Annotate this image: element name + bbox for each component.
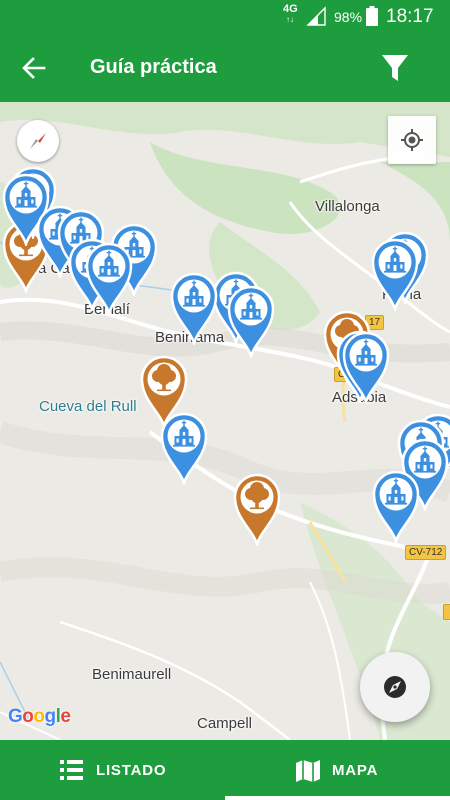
app-root: 4G ↑↓ 98% 18:17 Guía práctica Villalonga… — [0, 0, 450, 800]
filter-funnel-icon[interactable] — [378, 52, 412, 84]
road-shield-edge — [443, 604, 450, 620]
church-pin[interactable] — [369, 235, 421, 311]
map-icon — [296, 760, 320, 782]
church-icon — [370, 467, 422, 543]
church-pin[interactable] — [83, 239, 135, 315]
selected-tab-indicator — [225, 796, 450, 800]
church-icon — [225, 282, 277, 358]
church-icon — [340, 328, 392, 404]
page-title: Guía práctica — [90, 56, 217, 78]
list-icon — [60, 760, 83, 780]
map-label-benimaurell: Benimaurell — [92, 666, 172, 683]
network-activity-icon: ↑↓ — [286, 15, 294, 24]
compass-icon — [30, 133, 46, 149]
church-pin[interactable] — [340, 328, 392, 404]
church-icon — [168, 269, 220, 345]
tree-icon — [231, 470, 283, 546]
church-pin[interactable] — [225, 282, 277, 358]
my-location-icon — [401, 129, 423, 151]
clock: 18:17 — [386, 6, 434, 27]
church-pin[interactable] — [168, 269, 220, 345]
road-shield-cv712: CV-712 — [405, 545, 447, 560]
map-label-cueva-del-rull: Cueva del Rull — [39, 398, 137, 415]
tab-label: LISTADO — [96, 762, 167, 779]
status-bar: 4G ↑↓ 98% 18:17 — [0, 0, 450, 32]
church-pin[interactable] — [370, 467, 422, 543]
battery-percent: 98% — [334, 9, 363, 25]
google-logo: Google — [8, 706, 71, 727]
navigation-arrow-icon — [384, 676, 406, 698]
network-type: 4G — [283, 3, 298, 15]
tree-pin[interactable] — [231, 470, 283, 546]
map-terrain — [0, 102, 450, 740]
compass-button[interactable] — [17, 120, 59, 162]
my-location-button[interactable] — [388, 116, 436, 164]
arrow-left-icon[interactable] — [18, 52, 50, 84]
navigation-button[interactable] — [360, 652, 430, 722]
bottom-navigation: LISTADO MAPA — [0, 740, 450, 800]
church-icon — [369, 235, 421, 311]
church-pin[interactable] — [158, 409, 210, 485]
map-label-campell: Campell — [197, 715, 253, 732]
map-view[interactable]: Villalonga a Cal Benialí Benirrama Forna… — [0, 102, 450, 740]
map-label-villalonga: Villalonga — [315, 198, 380, 215]
tab-label: MAPA — [332, 762, 379, 779]
tab-listado[interactable]: LISTADO — [0, 740, 225, 800]
tab-mapa[interactable]: MAPA — [225, 740, 450, 800]
app-bar: Guía práctica — [0, 32, 450, 102]
church-icon — [83, 239, 135, 315]
signal-icon — [306, 6, 326, 26]
battery-icon — [366, 6, 378, 26]
church-icon — [158, 409, 210, 485]
